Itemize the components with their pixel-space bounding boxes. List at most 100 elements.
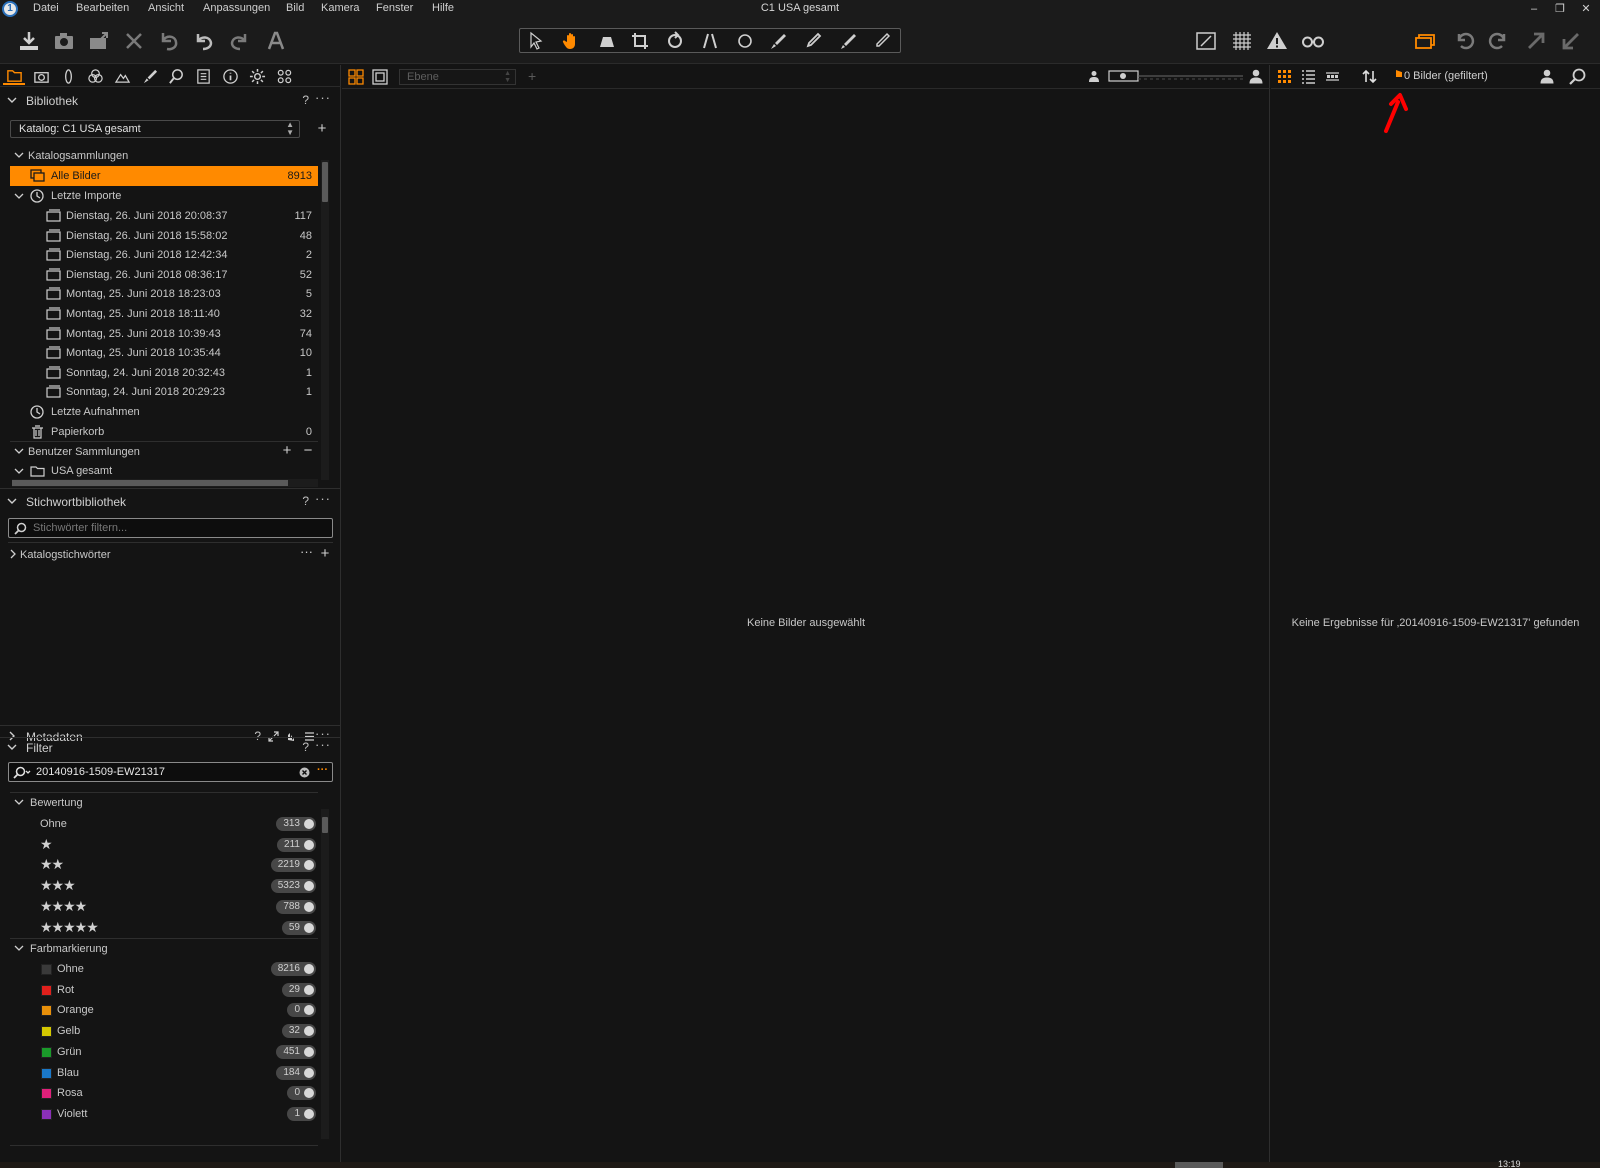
capture-one-logo-icon[interactable]: 1 bbox=[2, 1, 18, 17]
rating-count-toggle[interactable]: 5323 bbox=[270, 879, 316, 894]
annotate-icon[interactable] bbox=[867, 30, 897, 52]
rating-filter-item[interactable]: ★★★★★ 59 bbox=[10, 918, 316, 939]
filter-more-button[interactable]: ··· bbox=[315, 737, 331, 752]
close-button[interactable]: ✕ bbox=[1573, 0, 1599, 18]
color-tag-count-toggle[interactable]: 0 bbox=[287, 1086, 316, 1101]
usa-folder-row[interactable]: USA gesamt bbox=[10, 461, 318, 481]
color-tag-count-toggle[interactable]: 1 bbox=[287, 1106, 316, 1121]
color-tag-count-toggle[interactable]: 32 bbox=[281, 1024, 316, 1039]
catalog-select[interactable]: Katalog: C1 USA gesamt ▲ ▼ bbox=[10, 120, 300, 138]
catalog-collections-header[interactable]: Katalogsammlungen bbox=[10, 146, 320, 166]
keyword-filter-input[interactable]: Stichwörter filtern... bbox=[8, 518, 333, 538]
library-more-button[interactable]: ··· bbox=[315, 90, 331, 105]
library-h-scroll-thumb[interactable] bbox=[12, 480, 288, 486]
trash-row[interactable]: Papierkorb 0 bbox=[10, 422, 318, 442]
lens-tab-icon[interactable] bbox=[57, 67, 79, 85]
capture-tab-camera-icon[interactable] bbox=[30, 67, 52, 85]
import-item[interactable]: Dienstag, 26. Juni 2018 15:58:02 48 bbox=[10, 226, 318, 246]
rating-filter-item[interactable]: ★★★ 5323 bbox=[10, 876, 316, 897]
import-item[interactable]: Dienstag, 26. Juni 2018 08:36:17 52 bbox=[10, 265, 318, 285]
menu-bild[interactable]: Bild bbox=[286, 2, 304, 14]
batch-tab-icon[interactable] bbox=[273, 67, 295, 85]
remove-collection-minus-icon[interactable]: − bbox=[301, 443, 315, 458]
rating-filter-item[interactable]: Ohne 313 bbox=[10, 814, 316, 835]
thumbnail-size-slider[interactable] bbox=[1108, 70, 1244, 82]
output-tab-list-icon[interactable] bbox=[192, 67, 214, 85]
import-item[interactable]: Montag, 25. Juni 2018 10:35:44 10 bbox=[10, 343, 318, 363]
filter-search-input[interactable]: 20140916-1509-EW21317 ··· bbox=[8, 762, 333, 782]
color-tag-filter-item[interactable]: Grün 451 bbox=[10, 1042, 316, 1063]
add-catalog-plus-icon[interactable]: + bbox=[315, 121, 329, 136]
rating-count-toggle[interactable]: 211 bbox=[277, 837, 316, 852]
rating-count-toggle[interactable]: 313 bbox=[276, 817, 316, 831]
select-cursor-icon[interactable] bbox=[522, 30, 552, 52]
color-tag-filter-item[interactable]: Gelb 32 bbox=[10, 1021, 316, 1042]
minimize-button[interactable]: – bbox=[1521, 0, 1547, 18]
color-tag-count-toggle[interactable]: 29 bbox=[281, 982, 316, 997]
keywords-section-header[interactable]: Stichwortbibliothek ? ··· bbox=[0, 491, 341, 513]
export-icon[interactable] bbox=[85, 27, 113, 55]
camera-capture-icon[interactable] bbox=[50, 27, 78, 55]
rating-filter-item[interactable]: ★★ 2219 bbox=[10, 855, 316, 876]
text-tool-icon[interactable] bbox=[263, 27, 291, 55]
redo-icon[interactable] bbox=[225, 27, 253, 55]
catalog-keywords-more-button[interactable]: ··· bbox=[300, 544, 313, 559]
white-balance-picker-icon[interactable] bbox=[833, 30, 863, 52]
brush-mask-icon[interactable] bbox=[763, 30, 793, 52]
menu-datei[interactable]: Datei bbox=[33, 2, 59, 14]
color-tag-count-toggle[interactable]: 184 bbox=[276, 1065, 316, 1080]
maximize-button[interactable]: ❐ bbox=[1547, 0, 1573, 18]
filmstrip-view-icon[interactable] bbox=[1325, 69, 1340, 84]
list-view-icon[interactable] bbox=[1301, 69, 1316, 84]
exposure-tab-icon[interactable] bbox=[111, 67, 133, 85]
library-help-button[interactable]: ? bbox=[302, 93, 309, 107]
color-tag-count-toggle[interactable]: 8216 bbox=[270, 962, 316, 976]
local-adjustments-brush-icon[interactable] bbox=[138, 67, 160, 85]
metadata-tab-info-icon[interactable] bbox=[219, 67, 241, 85]
import-item[interactable]: Sonntag, 24. Juni 2018 20:29:23 1 bbox=[10, 382, 318, 402]
rating-count-toggle[interactable]: 59 bbox=[281, 920, 316, 935]
rating-filter-item[interactable]: ★★★★ 788 bbox=[10, 897, 316, 918]
search-icon[interactable] bbox=[1569, 68, 1586, 85]
menu-kamera[interactable]: Kamera bbox=[321, 2, 360, 14]
menu-fenster[interactable]: Fenster bbox=[376, 2, 413, 14]
undo-icon[interactable] bbox=[190, 27, 218, 55]
grid-overlay-icon[interactable] bbox=[1228, 27, 1256, 55]
loupe-tool-icon[interactable] bbox=[592, 30, 622, 52]
color-picker-icon[interactable] bbox=[798, 30, 828, 52]
keywords-more-button[interactable]: ··· bbox=[315, 491, 331, 506]
rotate-icon[interactable] bbox=[660, 30, 690, 52]
color-tag-filter-item[interactable]: Blau 184 bbox=[10, 1063, 316, 1084]
search-options-more-icon[interactable]: ··· bbox=[317, 764, 328, 776]
filter-scrollbar[interactable] bbox=[321, 809, 329, 1139]
rating-count-toggle[interactable]: 2219 bbox=[270, 858, 316, 873]
library-h-scrollbar[interactable] bbox=[12, 479, 318, 487]
filter-section-header[interactable]: Filter ? ··· bbox=[0, 737, 341, 759]
color-tag-filter-item[interactable]: Rot 29 bbox=[10, 980, 316, 1001]
color-tag-filter-item[interactable]: Ohne 8216 bbox=[10, 959, 316, 980]
color-tag-header[interactable]: Farbmarkierung bbox=[10, 939, 320, 959]
rotate-left-icon[interactable] bbox=[1450, 27, 1478, 55]
single-view-icon[interactable] bbox=[372, 69, 388, 85]
add-collection-plus-icon[interactable]: + bbox=[280, 443, 294, 458]
crop-icon[interactable] bbox=[625, 30, 655, 52]
layer-select[interactable]: Ebene ▲ ▼ bbox=[399, 69, 516, 85]
import-item[interactable]: Sonntag, 24. Juni 2018 20:32:43 1 bbox=[10, 363, 318, 383]
color-tag-filter-item[interactable]: Rosa 0 bbox=[10, 1083, 316, 1104]
collection-all-images[interactable]: Alle Bilder 8913 bbox=[10, 166, 318, 186]
recent-captures-row[interactable]: Letzte Aufnahmen bbox=[10, 402, 318, 422]
import-item[interactable]: Dienstag, 26. Juni 2018 12:42:34 2 bbox=[10, 245, 318, 265]
color-tag-filter-item[interactable]: Violett 1 bbox=[10, 1104, 316, 1125]
details-tab-search-icon[interactable] bbox=[165, 67, 187, 85]
import-icon[interactable] bbox=[15, 27, 43, 55]
color-tag-count-toggle[interactable]: 451 bbox=[276, 1044, 316, 1059]
copy-adjustments-icon[interactable] bbox=[1522, 27, 1550, 55]
rotate-right-icon[interactable] bbox=[1485, 27, 1513, 55]
taskbar-item[interactable] bbox=[1175, 1162, 1223, 1168]
import-item[interactable]: Montag, 25. Juni 2018 10:39:43 74 bbox=[10, 324, 318, 344]
library-section-header[interactable]: Bibliothek ? ··· bbox=[0, 90, 341, 112]
proof-glasses-icon[interactable] bbox=[1299, 27, 1327, 55]
menu-anpassungen[interactable]: Anpassungen bbox=[203, 2, 270, 14]
person-icon[interactable] bbox=[1540, 69, 1554, 84]
import-item[interactable]: Montag, 25. Juni 2018 18:11:40 32 bbox=[10, 304, 318, 324]
